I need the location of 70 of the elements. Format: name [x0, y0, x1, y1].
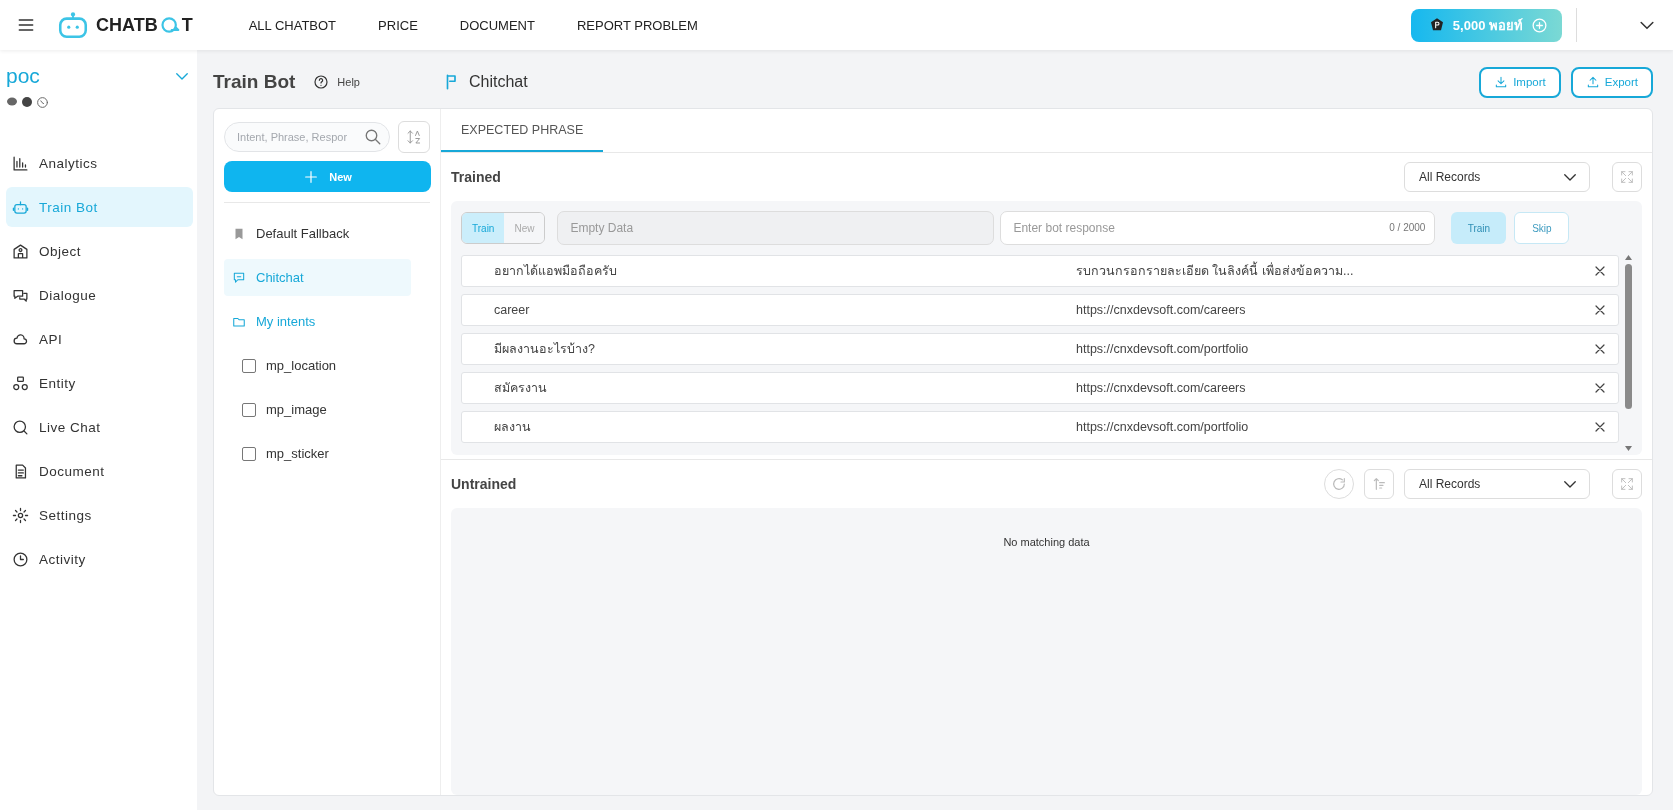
response-text: https://cnxdevsoft.com/careers	[1076, 381, 1246, 395]
checkbox[interactable]	[242, 402, 256, 417]
checkbox[interactable]	[242, 446, 256, 461]
plus-icon	[303, 168, 320, 185]
gear-icon	[12, 506, 29, 524]
expand-icon	[1619, 476, 1635, 492]
filter-dropdown[interactable]: All Records	[1404, 162, 1590, 192]
response-text: รบกวนกรอกรายละเอียด ในลิงค์นี้ เพื่อส่งข้อความ...	[1076, 261, 1354, 281]
robot-icon	[12, 198, 29, 216]
phrase-field[interactable]: Empty Data	[557, 211, 995, 245]
sort-icon	[1371, 476, 1387, 492]
empty-message: No matching data	[1003, 536, 1090, 548]
phrase-row[interactable]: มีผลงานอะไรบ้าง? https://cnxdevsoft.com/portfolio	[461, 333, 1619, 365]
intent-label[interactable]: mp_location	[266, 358, 337, 373]
sidebar-item[interactable]: Document	[6, 451, 193, 491]
download-icon	[1494, 75, 1509, 89]
brand-name: CHATB	[96, 14, 158, 36]
phrase-row[interactable]: career https://cnxdevsoft.com/careers	[461, 294, 1619, 326]
scroll-down-icon[interactable]	[1625, 446, 1632, 451]
intent-item[interactable]: Default Fallback	[224, 215, 411, 252]
intent-label[interactable]: mp_sticker	[266, 446, 329, 461]
sidebar-item[interactable]: API	[6, 319, 193, 359]
add-icon	[1531, 16, 1548, 34]
chart-icon	[12, 154, 29, 172]
section-title: Trained	[451, 169, 501, 185]
badge-icon	[1428, 17, 1445, 33]
phrase-text: ผลงาน	[494, 419, 532, 436]
sidebar-item[interactable]: Entity	[6, 363, 193, 403]
expand-icon	[1619, 169, 1635, 185]
clock-icon	[12, 550, 29, 568]
response-text: https://cnxdevsoft.com/portfolio	[1076, 420, 1249, 434]
upload-icon	[1585, 75, 1600, 89]
sidebar-item[interactable]: Settings	[6, 495, 193, 535]
filter-dropdown[interactable]: All Records	[1404, 469, 1590, 499]
refresh-icon	[1331, 476, 1347, 492]
scroll-up-icon[interactable]	[1625, 255, 1632, 260]
help-icon	[313, 74, 330, 90]
sidebar-item[interactable]: Analytics	[6, 143, 193, 183]
section-title: Untrained	[451, 476, 517, 492]
search-field[interactable]: Intent, Phrase, Respor	[224, 122, 390, 152]
phrase-text: อยากได้แอพมือถือครับ	[494, 263, 618, 280]
intent-label[interactable]: mp_image	[266, 402, 327, 417]
sidebar-item[interactable]: Dialogue	[6, 275, 193, 315]
phrase-text: สมัครงาน	[494, 380, 548, 397]
sidebar-item[interactable]: Live Chat	[6, 407, 193, 447]
checkbox[interactable]	[242, 358, 256, 373]
search-icon	[364, 128, 382, 146]
help-link[interactable]: Help	[337, 76, 360, 88]
phrase-row[interactable]: ผลงาน https://cnxdevsoft.com/portfolio	[461, 411, 1619, 443]
response-text: https://cnxdevsoft.com/careers	[1076, 303, 1246, 317]
sort-icon	[405, 128, 423, 146]
brand-name: T	[181, 14, 193, 36]
phrase-row[interactable]: อยากได้แอพมือถือครับ รบกวนกรอกรายละเอียด ในลิงค์นี้ เพื่อส่งข้อความ...	[461, 255, 1619, 287]
intent-title: Chitchat	[469, 73, 528, 91]
phrase-text: มีผลงานอะไรบ้าง?	[494, 341, 596, 358]
scrollbar[interactable]	[1625, 255, 1632, 451]
nav-link[interactable]: ALL CHATBOT	[248, 17, 337, 33]
building-icon	[12, 242, 29, 260]
tab[interactable]: EXPECTED PHRASE	[441, 109, 604, 152]
sidebar-item[interactable]: Object	[6, 231, 193, 271]
nav-link[interactable]: PRICE	[378, 17, 418, 33]
nav-link[interactable]: REPORT PROBLEM	[576, 17, 698, 33]
sidebar-item[interactable]: Activity	[6, 539, 193, 579]
nav-link[interactable]: DOCUMENT	[459, 17, 535, 33]
phrase-row[interactable]: สมัครงาน https://cnxdevsoft.com/careers	[461, 372, 1619, 404]
response-text: https://cnxdevsoft.com/portfolio	[1076, 342, 1249, 356]
phrase-text: career	[494, 303, 531, 317]
character-counter: 0 / 2000	[1389, 222, 1426, 233]
page-title: Train Bot	[213, 71, 296, 93]
nodes-icon	[12, 374, 29, 392]
